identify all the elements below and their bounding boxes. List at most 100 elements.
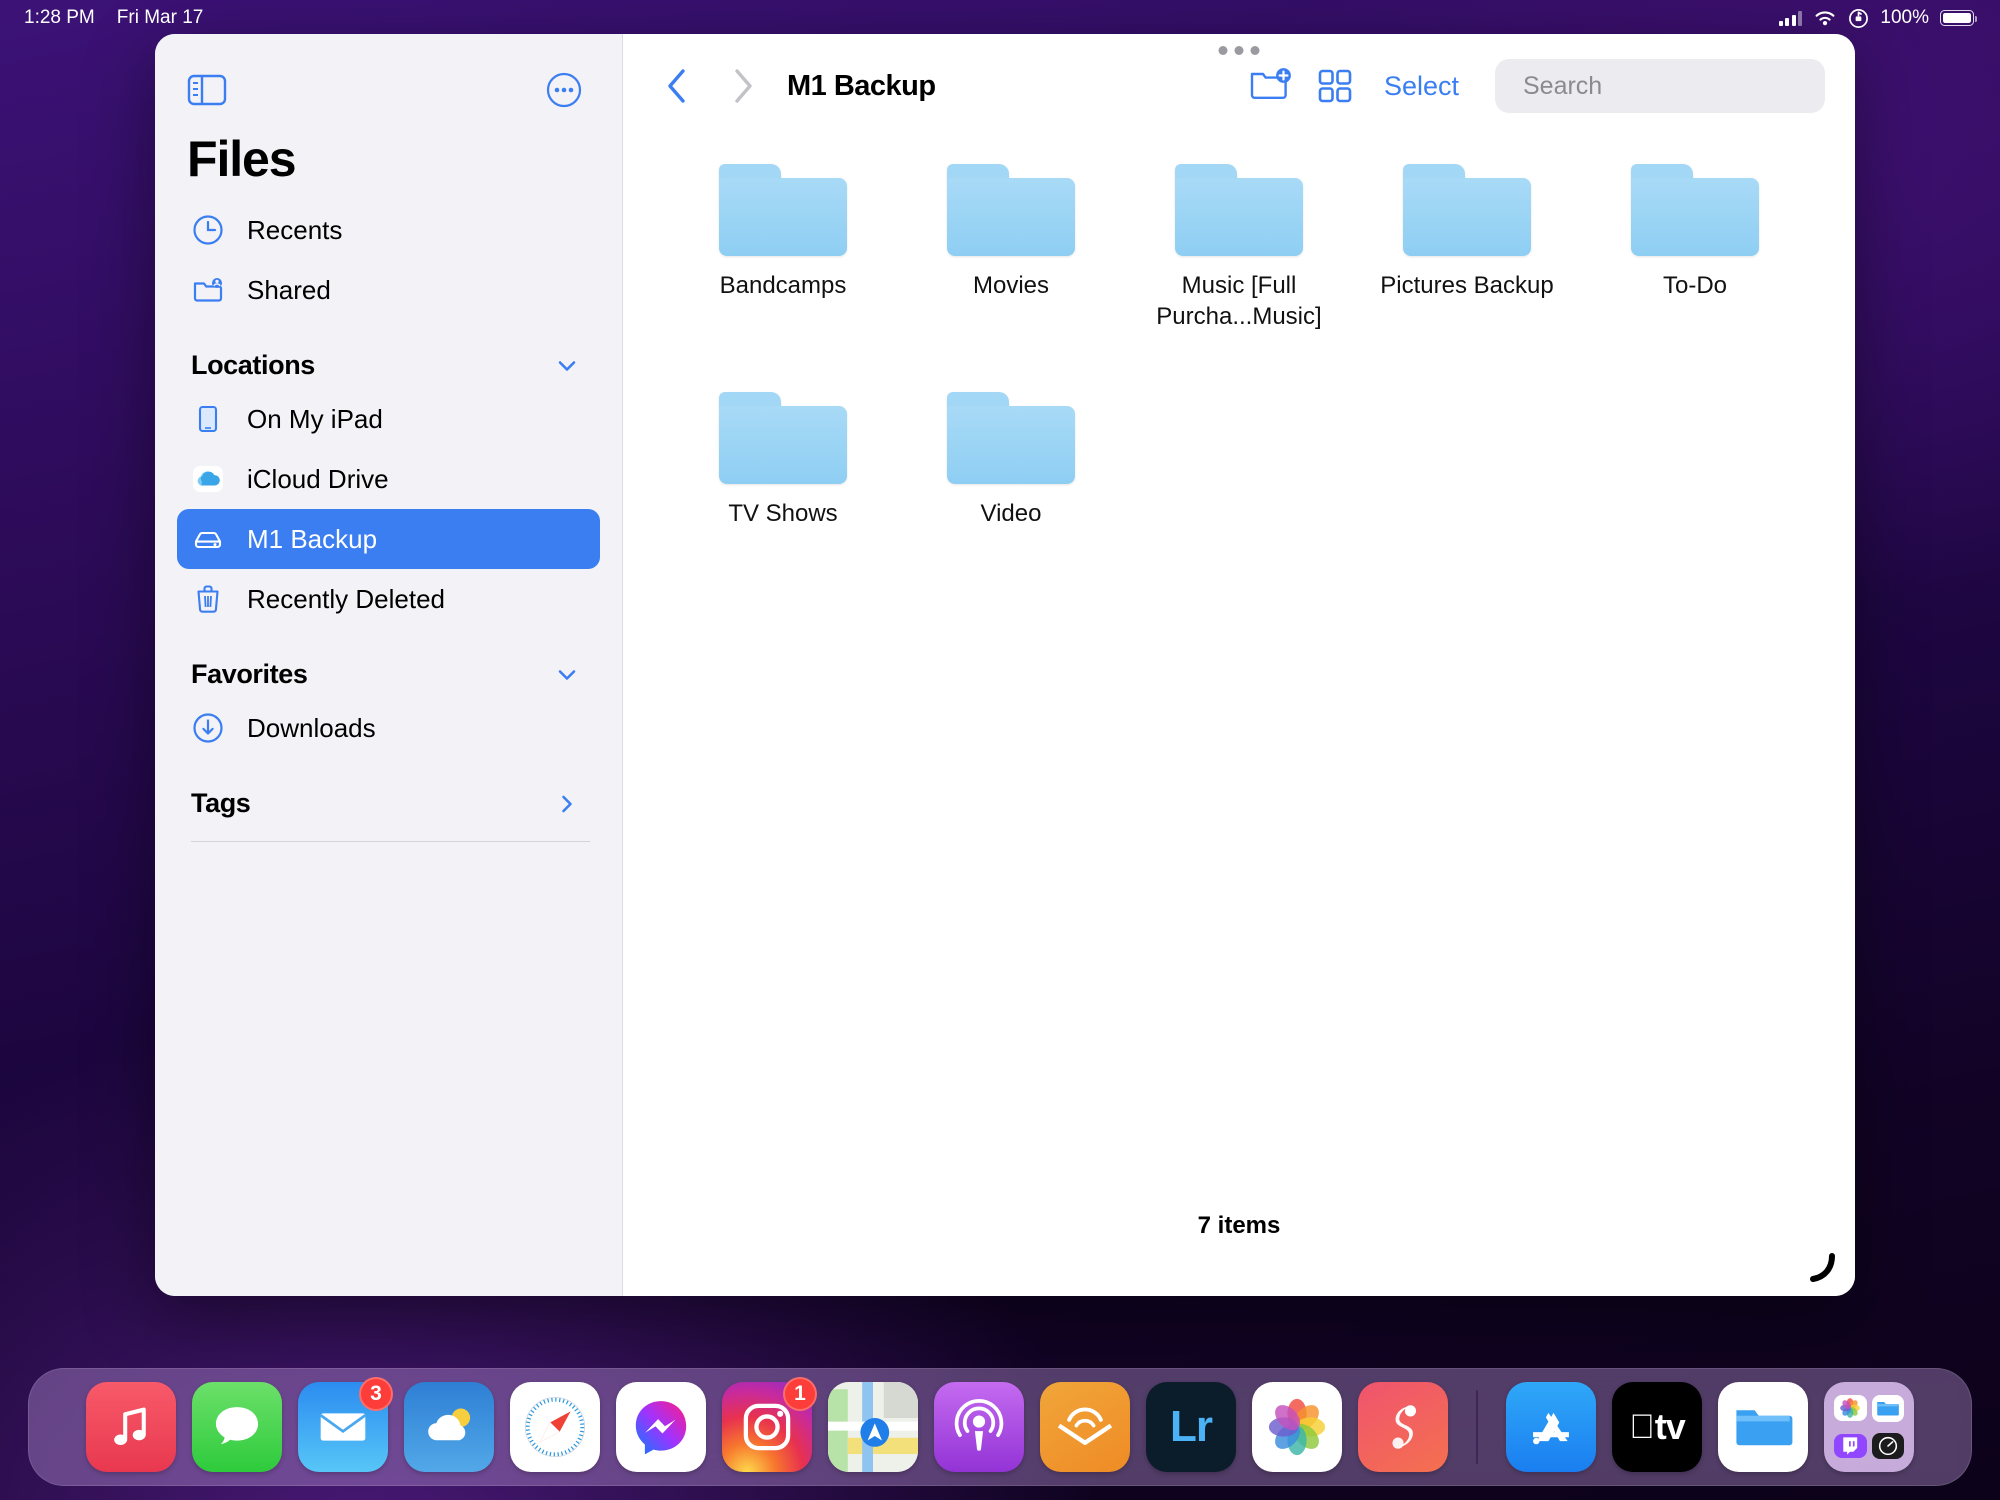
file-item-label: TV Shows: [728, 500, 838, 528]
dock-app-mail[interactable]: 3: [298, 1377, 393, 1472]
files-app-window: Files Recents Shared Locations On My iPa…: [155, 34, 1855, 1296]
clock-icon: [191, 213, 225, 247]
file-grid-item[interactable]: Video: [897, 392, 1125, 529]
file-grid-item[interactable]: To-Do: [1581, 164, 1809, 332]
chevron-right-icon[interactable]: [556, 793, 578, 815]
sidebar-item-label: On My iPad: [247, 403, 383, 434]
sidebar-item-label: Recents: [247, 214, 343, 245]
dock-app-files[interactable]: [1718, 1382, 1808, 1472]
sidebar-toggle-icon[interactable]: [187, 73, 227, 107]
notification-badge: 1: [783, 1377, 817, 1411]
sidebar-divider: [191, 841, 590, 842]
grid-view-icon: [1318, 69, 1352, 103]
file-grid-item[interactable]: Bandcamps: [669, 164, 897, 332]
file-grid: Bandcamps Movies Music [Full Purcha...Musi…: [623, 120, 1855, 1212]
dock-app-messenger[interactable]: [616, 1382, 706, 1472]
sidebar-item-label: Downloads: [247, 712, 376, 743]
folder-icon: [947, 164, 1075, 256]
search-field[interactable]: [1495, 59, 1845, 113]
dock-app-audible[interactable]: [1040, 1382, 1130, 1472]
dock-app-app-store[interactable]: [1506, 1382, 1596, 1472]
external-drive-icon: [191, 522, 225, 556]
dock-app-apple-tv[interactable]: tv: [1612, 1382, 1702, 1472]
file-item-label: Music [Full Purcha...Music]: [1156, 272, 1322, 331]
folder-icon: [1631, 164, 1759, 256]
lightroom-glyph: Lr: [1170, 1402, 1213, 1451]
view-toggle-button[interactable]: [1308, 59, 1362, 113]
sidebar-item-label: iCloud Drive: [247, 463, 389, 494]
mini-app-icon: [1871, 1394, 1904, 1422]
trash-icon: [191, 582, 225, 616]
dock-app-safari[interactable]: [510, 1382, 600, 1472]
status-date: Fri Mar 17: [116, 7, 204, 28]
search-input[interactable]: [1523, 71, 1845, 101]
select-button[interactable]: Select: [1362, 71, 1481, 102]
folder-icon: [1175, 164, 1303, 256]
mini-app-icon-twitch: [1834, 1433, 1867, 1458]
sidebar-item-label: Shared: [247, 274, 331, 305]
new-folder-icon: [1250, 68, 1291, 99]
appletv-glyph: tv: [1629, 1406, 1686, 1447]
cellular-signal-icon: [1778, 10, 1803, 26]
chevron-down-icon[interactable]: [556, 664, 578, 686]
main-content-pane: M1 Backup Select Search Bandcamps Movies…: [623, 34, 1855, 1296]
item-count-label: 7 items: [1197, 1212, 1281, 1239]
forward-button: [721, 64, 765, 108]
status-bar-right: 100%: [1778, 7, 1978, 29]
file-grid-item[interactable]: TV Shows: [669, 392, 897, 529]
back-button[interactable]: [655, 64, 699, 108]
dock-app-photos[interactable]: [1252, 1382, 1342, 1472]
sidebar: Files Recents Shared Locations On My iPa…: [155, 34, 623, 1296]
file-grid-item[interactable]: Pictures Backup: [1353, 164, 1581, 332]
sidebar-section-tags[interactable]: Tags: [155, 758, 622, 827]
sidebar-item-recents[interactable]: Recents: [177, 200, 600, 260]
dock-app-maps[interactable]: [828, 1382, 918, 1472]
resize-handle-icon[interactable]: [1805, 1252, 1837, 1284]
file-grid-item[interactable]: Music [Full Purcha...Music]: [1125, 164, 1353, 332]
ipad-icon: [191, 402, 225, 436]
dock-app-instagram[interactable]: 1: [722, 1377, 817, 1472]
new-folder-button[interactable]: [1244, 59, 1298, 113]
rotation-lock-icon: [1849, 8, 1869, 28]
more-circle-icon[interactable]: [546, 72, 582, 108]
sidebar-section-favorites[interactable]: Favorites: [155, 629, 622, 698]
file-item-label: To-Do: [1662, 272, 1728, 299]
dock-app-lightroom[interactable]: Lr: [1146, 1382, 1236, 1472]
dock-app-music[interactable]: [86, 1382, 176, 1472]
sidebar-item-recently-deleted[interactable]: Recently Deleted: [177, 569, 600, 629]
sidebar-item-downloads[interactable]: Downloads: [177, 698, 600, 758]
section-header-label: Favorites: [191, 659, 308, 689]
page-title: Files: [187, 131, 297, 187]
dock-app-weather[interactable]: [404, 1382, 494, 1472]
chevron-down-icon[interactable]: [556, 355, 578, 377]
folder-icon: [719, 164, 847, 256]
folder-icon: [947, 392, 1075, 485]
sidebar-item-on-my-ipad[interactable]: On My iPad: [177, 389, 600, 449]
sidebar-locations-list: On My iPad iCloud Drive M1 Backup Recent…: [155, 389, 622, 629]
sidebar-item-shared[interactable]: Shared: [177, 260, 600, 320]
file-item-label: Pictures Backup: [1380, 272, 1554, 299]
wifi-icon: [1815, 10, 1835, 25]
dock-divider: [1476, 1390, 1478, 1464]
section-header-label: Locations: [191, 350, 315, 380]
status-bar-left: 1:28 PM Fri Mar 17: [24, 7, 203, 29]
sidebar-item-icloud-drive[interactable]: iCloud Drive: [177, 449, 600, 509]
mini-app-icon: [1834, 1395, 1867, 1422]
folder-icon: [1403, 164, 1531, 256]
dock-app-recent-apps[interactable]: [1824, 1382, 1914, 1472]
sidebar-item-m1-backup[interactable]: M1 Backup: [177, 509, 600, 569]
dock-app-podcasts[interactable]: [934, 1382, 1024, 1472]
sidebar-header: [155, 34, 622, 108]
dock-app-spark[interactable]: [1358, 1382, 1448, 1472]
shared-folder-icon: [191, 273, 225, 307]
sidebar-item-label: Recently Deleted: [247, 583, 445, 614]
status-bar: 1:28 PM Fri Mar 17 100%: [0, 0, 2000, 36]
sidebar-top-list: Recents Shared: [155, 200, 622, 320]
file-item-label: Bandcamps: [719, 272, 847, 299]
dock-app-messages[interactable]: [192, 1382, 282, 1472]
battery-icon: [1940, 10, 1978, 26]
sidebar-favorites-list: Downloads: [155, 698, 622, 758]
window-grabber-handle[interactable]: [1218, 46, 1260, 55]
file-grid-item[interactable]: Movies: [897, 164, 1125, 332]
sidebar-section-locations[interactable]: Locations: [155, 320, 622, 389]
